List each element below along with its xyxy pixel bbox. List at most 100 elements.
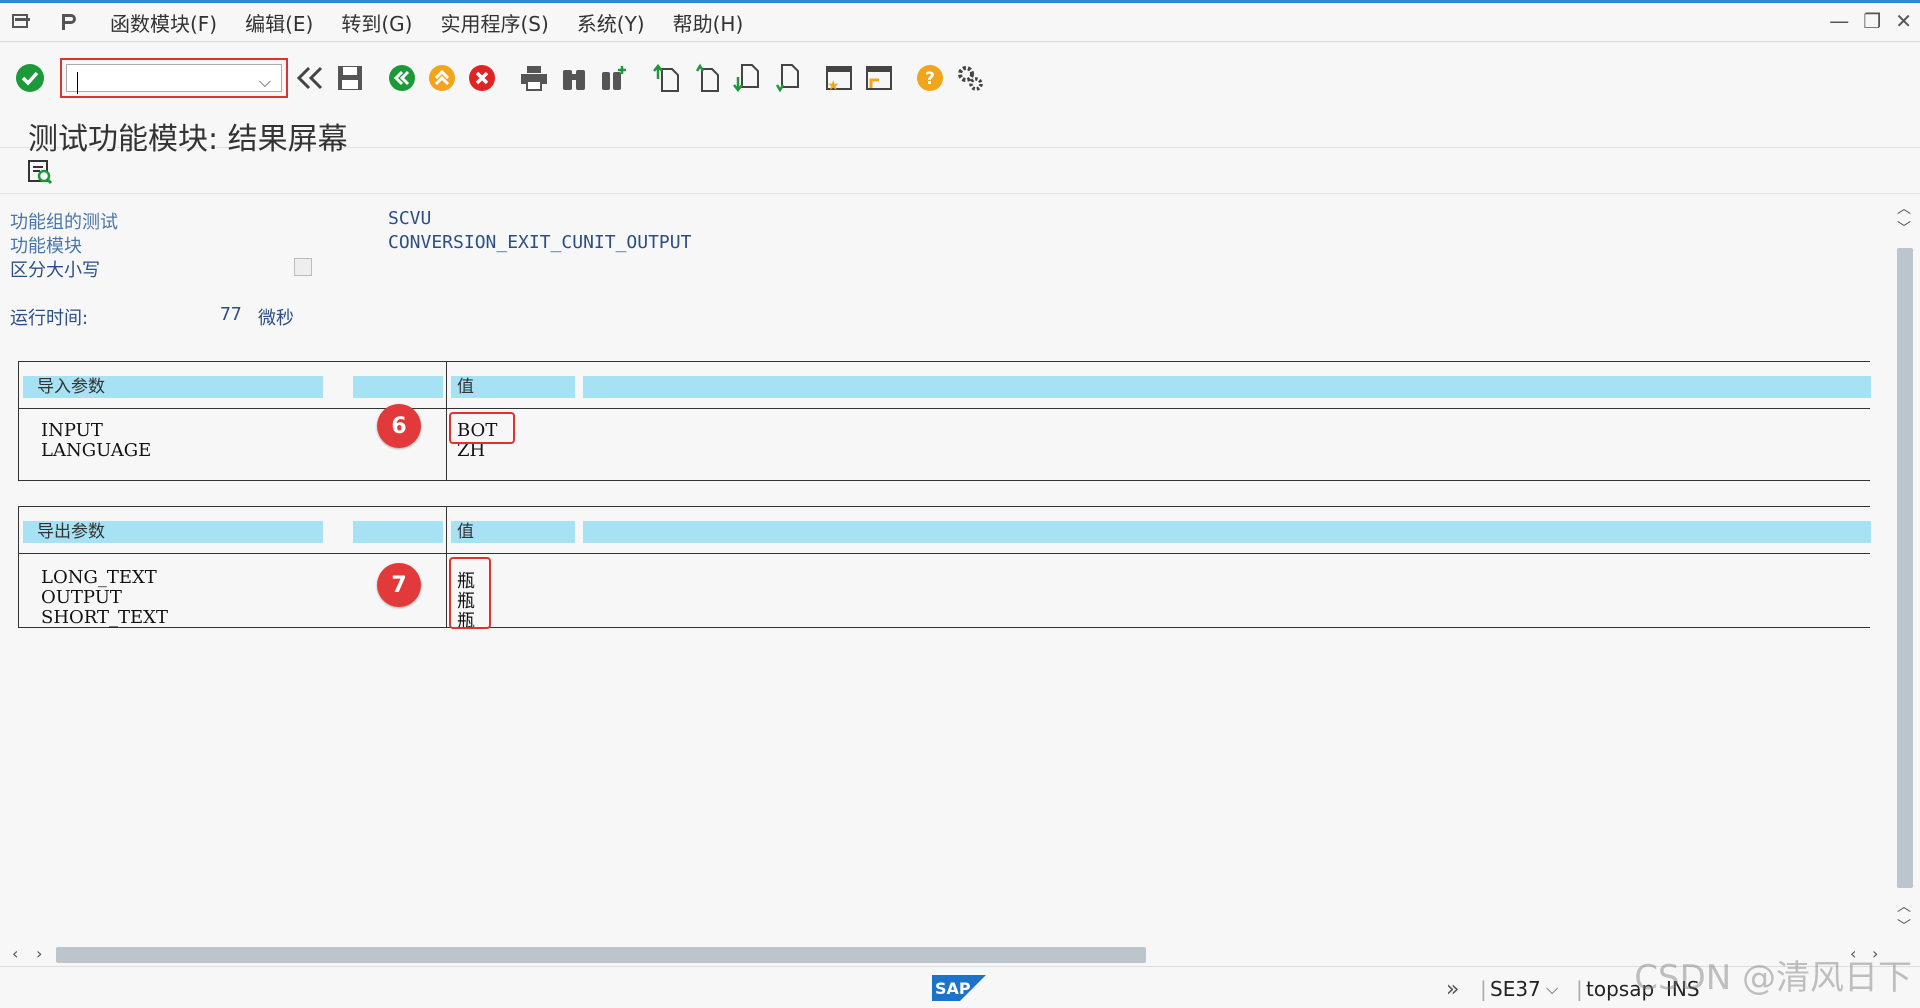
create-session-button[interactable]: ★: [820, 60, 856, 96]
window-controls: — ❐ ✕: [1829, 9, 1912, 33]
find-next-button[interactable]: [596, 60, 632, 96]
export-header-blank: [353, 521, 443, 543]
status-bar: SAP » | SE37 ⌵ | topsap INS: [0, 966, 1920, 1008]
new-session-icon: ★: [826, 66, 852, 92]
p-icon[interactable]: [56, 10, 80, 34]
find-button[interactable]: [556, 60, 592, 96]
status-transaction[interactable]: SE37: [1490, 977, 1541, 1001]
back-icon: [389, 65, 415, 91]
status-expand-icon[interactable]: »: [1446, 977, 1459, 1002]
svg-text:★: ★: [827, 78, 840, 92]
step-badge-7: 7: [377, 563, 421, 607]
chevron-down-icon[interactable]: ⌵: [259, 72, 271, 92]
menu-goto[interactable]: 转到(G): [341, 8, 412, 37]
export-param-long-text: LONG_TEXT: [41, 567, 157, 588]
first-page-button[interactable]: [648, 60, 684, 96]
menu-help[interactable]: 帮助(H): [673, 8, 744, 37]
back-button[interactable]: [384, 60, 420, 96]
export-parameters-table: 导出参数 值 LONG_TEXT OUTPUT SHORT_TEXT 瓶 瓶 瓶…: [18, 506, 1871, 632]
exit-button[interactable]: [424, 60, 460, 96]
import-value-header: 值: [451, 376, 575, 398]
window-menu-icon[interactable]: [10, 10, 34, 34]
function-module-label: 功能模块: [10, 236, 82, 257]
next-page-button[interactable]: [728, 60, 764, 96]
case-sensitive-label: 区分大小写: [10, 260, 100, 281]
scroll-right-small-icon[interactable]: ›: [36, 944, 42, 963]
export-param-output: OUTPUT: [41, 587, 122, 608]
export-header-fill: [583, 521, 1871, 543]
scroll-up-icon[interactable]: ︿: [1897, 198, 1911, 218]
enter-button[interactable]: [12, 60, 48, 96]
save-icon: [338, 66, 362, 90]
menu-function-module[interactable]: 函数模块(F): [110, 8, 217, 37]
transaction-dropdown-icon[interactable]: ⌵: [1546, 979, 1558, 999]
check-icon: [16, 64, 44, 92]
scroll-down-small-icon[interactable]: ﹀: [1897, 218, 1911, 238]
menu-edit[interactable]: 编辑(E): [245, 8, 313, 37]
first-page-icon: [653, 63, 679, 92]
import-header-blank: [353, 376, 443, 398]
command-input[interactable]: ⌵: [66, 64, 282, 94]
horizontal-scroll-thumb[interactable]: [56, 947, 1146, 963]
history-back-button[interactable]: [292, 60, 328, 96]
vertical-scroll-thumb[interactable]: [1897, 248, 1913, 888]
export-value-header: 值: [451, 521, 575, 543]
last-page-icon: [775, 64, 799, 93]
svg-text:?: ?: [925, 69, 935, 89]
help-button[interactable]: ?: [912, 60, 948, 96]
exit-icon: [429, 65, 455, 91]
scroll-up-bottom-icon[interactable]: ︿: [1897, 896, 1911, 916]
save-button[interactable]: [332, 60, 368, 96]
import-parameters-table: 导入参数 值 INPUT LANGUAGE BOT ZH 6: [18, 361, 1871, 481]
previous-page-button[interactable]: [688, 60, 724, 96]
customize-layout-button[interactable]: [952, 60, 988, 96]
print-button[interactable]: [516, 60, 552, 96]
last-page-button[interactable]: [768, 60, 804, 96]
step-badge-6: 6: [377, 404, 421, 448]
result-content: 功能组的测试 SCVU 功能模块 CONVERSION_EXIT_CUNIT_O…: [4, 196, 1892, 938]
export-header: 导出参数: [23, 521, 323, 543]
restore-icon[interactable]: ❐: [1863, 9, 1881, 33]
runtime-unit: 微秒: [258, 308, 294, 329]
gear-icon: [958, 66, 983, 91]
binoculars-plus-icon: [602, 66, 626, 90]
case-sensitive-checkbox[interactable]: [294, 258, 312, 276]
create-shortcut-button[interactable]: [860, 60, 896, 96]
menu-bar: 函数模块(F) 编辑(E) 转到(G) 实用程序(S) 系统(Y) 帮助(H) …: [0, 0, 1920, 42]
application-toolbar: [0, 148, 1920, 194]
close-window-icon[interactable]: ✕: [1895, 9, 1912, 33]
double-chevron-left-icon: [296, 66, 323, 90]
menu-system[interactable]: 系统(Y): [577, 8, 645, 37]
scroll-left-icon[interactable]: ‹: [12, 944, 18, 963]
import-param-input: INPUT: [41, 420, 103, 441]
menu-utilities[interactable]: 实用程序(S): [440, 8, 548, 37]
runtime-value: 77: [220, 304, 242, 325]
previous-page-icon: [695, 63, 719, 92]
runtime-label: 运行时间:: [10, 308, 89, 329]
shortcut-icon: [866, 66, 892, 90]
output-highlight-box: [449, 557, 491, 629]
function-module-value: CONVERSION_EXIT_CUNIT_OUTPUT: [388, 232, 692, 253]
help-icon: ?: [917, 65, 943, 91]
title-bar: 测试功能模块: 结果屏幕: [0, 114, 1920, 157]
csdn-watermark: CSDN @清风日下: [1634, 958, 1912, 998]
import-header: 导入参数: [23, 376, 323, 398]
scroll-down-icon[interactable]: ﹀: [1897, 916, 1911, 936]
svg-text:SAP: SAP: [935, 979, 971, 998]
printer-icon: [521, 66, 547, 91]
import-param-language: LANGUAGE: [41, 440, 152, 461]
test-run-icon: [28, 160, 53, 185]
sap-logo-icon: SAP: [932, 975, 986, 1001]
standard-toolbar: ⌵ ★ ?: [0, 42, 1920, 114]
cancel-button[interactable]: [464, 60, 500, 96]
function-group-value: SCVU: [388, 208, 432, 229]
minimize-icon[interactable]: —: [1829, 9, 1849, 33]
import-header-fill: [583, 376, 1871, 398]
vertical-scrollbar[interactable]: ︿ ﹀ ︿ ﹀: [1894, 196, 1914, 936]
horizontal-scrollbar[interactable]: ‹ › ‹ ›: [10, 944, 1892, 964]
input-highlight-box: [449, 412, 515, 444]
text-caret: [77, 72, 78, 94]
command-field[interactable]: ⌵: [60, 58, 288, 98]
binoculars-icon: [563, 70, 585, 90]
debug-button[interactable]: [22, 154, 58, 190]
